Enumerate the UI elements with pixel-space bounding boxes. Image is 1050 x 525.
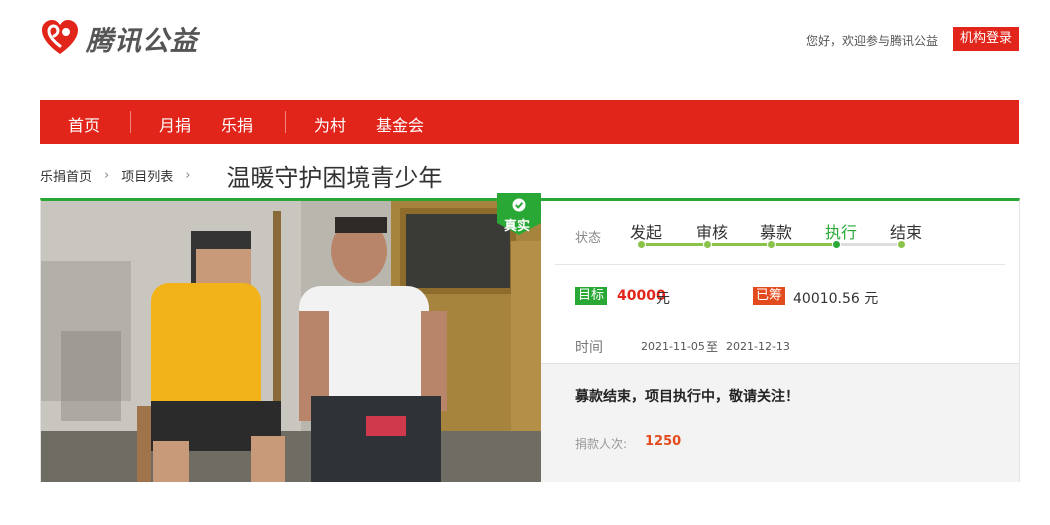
page-title: 温暖守护困境青少年 bbox=[226, 163, 443, 192]
target-tag: 目标 bbox=[575, 287, 608, 305]
raised-amount: 40010.56 元 bbox=[793, 291, 879, 307]
nav-item-lejuan[interactable]: 乐捐 bbox=[221, 112, 253, 136]
breadcrumb-item-lejuan-home[interactable]: 乐捐首页 bbox=[40, 166, 92, 185]
main-nav: 首页 月捐 乐捐 为村 基金会 bbox=[40, 100, 1019, 144]
status-notice: 募款结束，项目执行中，敬请关注！ bbox=[575, 389, 799, 405]
target-unit: 元 bbox=[656, 291, 670, 307]
welcome-text: 您好，欢迎参与腾讯公益 bbox=[806, 34, 939, 48]
logo-text: 腾讯公益 bbox=[86, 25, 198, 57]
status-box: 募款结束，项目执行中，敬请关注！ 捐款人次: 1250 bbox=[541, 363, 1019, 482]
header: 腾讯公益 您好，欢迎参与腾讯公益 机构登录 bbox=[0, 0, 1050, 90]
nav-item-foundation[interactable]: 基金会 bbox=[376, 112, 424, 136]
step-dot bbox=[703, 240, 712, 249]
project-photo bbox=[41, 201, 541, 482]
heart-logo-icon bbox=[42, 20, 78, 54]
nav-item-weicun[interactable]: 为村 bbox=[314, 112, 346, 136]
verified-badge-label: 真实 bbox=[504, 219, 531, 234]
logo[interactable]: 腾讯公益 bbox=[40, 18, 198, 58]
chevron-right-icon: › bbox=[104, 167, 110, 183]
chevron-right-icon: › bbox=[185, 167, 191, 183]
nav-item-home[interactable]: 首页 bbox=[68, 112, 100, 136]
step-dot-current bbox=[832, 240, 841, 249]
nav-separator bbox=[130, 111, 131, 133]
donors-label: 捐款人次: bbox=[575, 437, 628, 451]
step-dot bbox=[637, 240, 646, 249]
step-initiate: 发起 bbox=[629, 223, 662, 242]
time-start: 2021-11-05 bbox=[641, 340, 705, 353]
nav-item-monthly[interactable]: 月捐 bbox=[159, 112, 191, 136]
step-execution: 执行 bbox=[824, 223, 857, 242]
time-label: 时间 bbox=[575, 340, 603, 356]
breadcrumb: 乐捐首页 › 项目列表 › 温暖守护困境青少年 bbox=[40, 158, 442, 192]
project-panel: 真实 状态 发起 审核 募款 执行 结束 目标 40000 元 已筹 40010… bbox=[40, 193, 1020, 482]
step-review: 审核 bbox=[695, 223, 728, 242]
project-photo-illustration bbox=[41, 201, 541, 482]
status-label: 状态 bbox=[575, 231, 602, 246]
breadcrumb-item-project-list[interactable]: 项目列表 bbox=[121, 166, 173, 185]
step-dot bbox=[897, 240, 906, 249]
org-login-button[interactable]: 机构登录 bbox=[953, 27, 1019, 51]
step-end: 结束 bbox=[889, 223, 922, 242]
project-info: 状态 发起 审核 募款 执行 结束 目标 40000 元 已筹 40010.56… bbox=[541, 201, 1019, 482]
time-end: 2021-12-13 bbox=[726, 340, 790, 353]
nav-separator bbox=[285, 111, 286, 133]
step-dot bbox=[767, 240, 776, 249]
raised-tag: 已筹 bbox=[753, 287, 786, 305]
donors-count: 1250 bbox=[645, 434, 682, 449]
progress-line-remaining bbox=[840, 243, 902, 246]
time-separator: 至 bbox=[706, 340, 719, 354]
step-fundraising: 募款 bbox=[759, 223, 792, 242]
divider bbox=[555, 264, 1005, 265]
